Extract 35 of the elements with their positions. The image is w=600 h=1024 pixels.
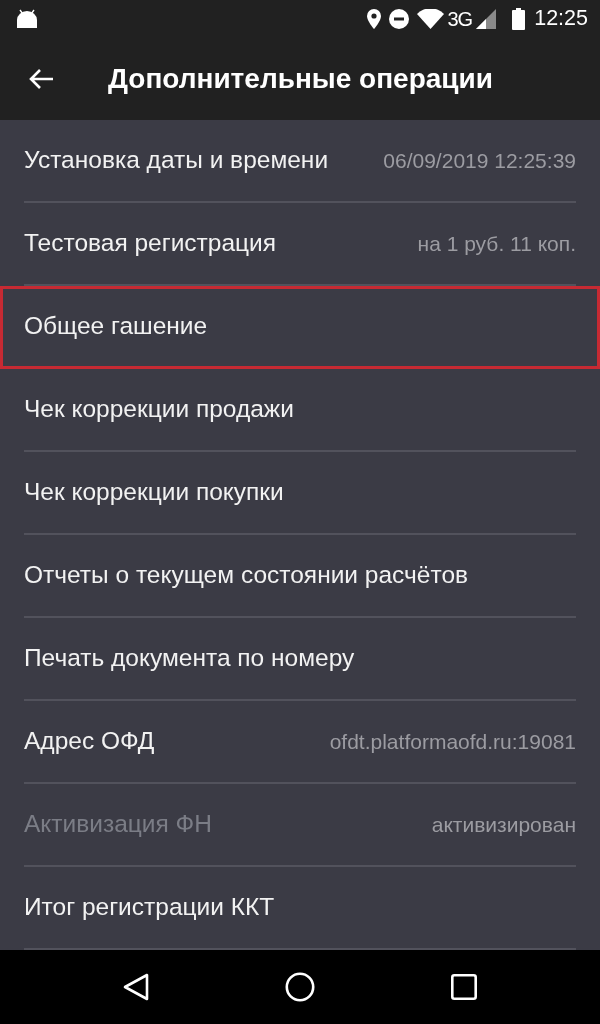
signal-icon bbox=[476, 9, 497, 29]
menu-item[interactable]: Установка даты и времени 06/09/2019 12:25:39 bbox=[0, 120, 600, 203]
wifi-icon bbox=[416, 9, 444, 29]
home-nav-button[interactable] bbox=[285, 972, 315, 1002]
item-label: Отчеты о текущем состоянии расчётов bbox=[24, 560, 469, 591]
menu-item[interactable]: Отчеты о текущем состоянии расчётов bbox=[0, 535, 600, 618]
clock-time: 12:25 bbox=[534, 8, 588, 30]
recents-nav-button[interactable] bbox=[451, 974, 477, 1000]
menu-item[interactable]: Тестовая регистрация на 1 руб. 11 коп. bbox=[0, 203, 600, 286]
item-value: на 1 руб. 11 коп. bbox=[417, 230, 576, 257]
network-type: 3G bbox=[447, 9, 473, 29]
item-label: Чек коррекции покупки bbox=[24, 477, 284, 508]
screen-title: Дополнительные операции bbox=[108, 63, 493, 95]
item-value: активизирован bbox=[431, 811, 576, 838]
item-label: Итог регистрации ККТ bbox=[24, 892, 275, 923]
item-label: Тестовая регистрация bbox=[24, 228, 277, 259]
back-nav-button[interactable] bbox=[123, 973, 149, 1001]
item-value: ofdt.platformaofd.ru:19081 bbox=[329, 728, 576, 755]
item-label: Установка даты и времени bbox=[24, 145, 329, 176]
menu-item[interactable]: Общее гашение bbox=[0, 286, 600, 369]
item-label: Чек коррекции продажи bbox=[24, 394, 294, 425]
do-not-disturb-icon bbox=[388, 9, 409, 29]
item-label: Печать документа по номеру bbox=[24, 643, 355, 674]
android-icon bbox=[16, 9, 38, 29]
item-label: Адрес ОФД bbox=[24, 726, 155, 757]
item-value: 06/09/2019 12:25:39 bbox=[383, 147, 576, 174]
menu-item[interactable]: Чек коррекции покупки bbox=[0, 452, 600, 535]
menu-item[interactable]: Печать документа по номеру bbox=[0, 618, 600, 701]
item-label: Активизация ФН bbox=[24, 809, 212, 840]
menu-item[interactable]: Чек коррекции продажи bbox=[0, 369, 600, 452]
item-label: Общее гашение bbox=[24, 311, 208, 342]
location-pin-icon bbox=[366, 9, 381, 29]
back-button[interactable] bbox=[28, 68, 54, 90]
battery-icon bbox=[512, 8, 526, 30]
menu-item[interactable]: Адрес ОФД ofdt.platformaofd.ru:19081 bbox=[0, 701, 600, 784]
